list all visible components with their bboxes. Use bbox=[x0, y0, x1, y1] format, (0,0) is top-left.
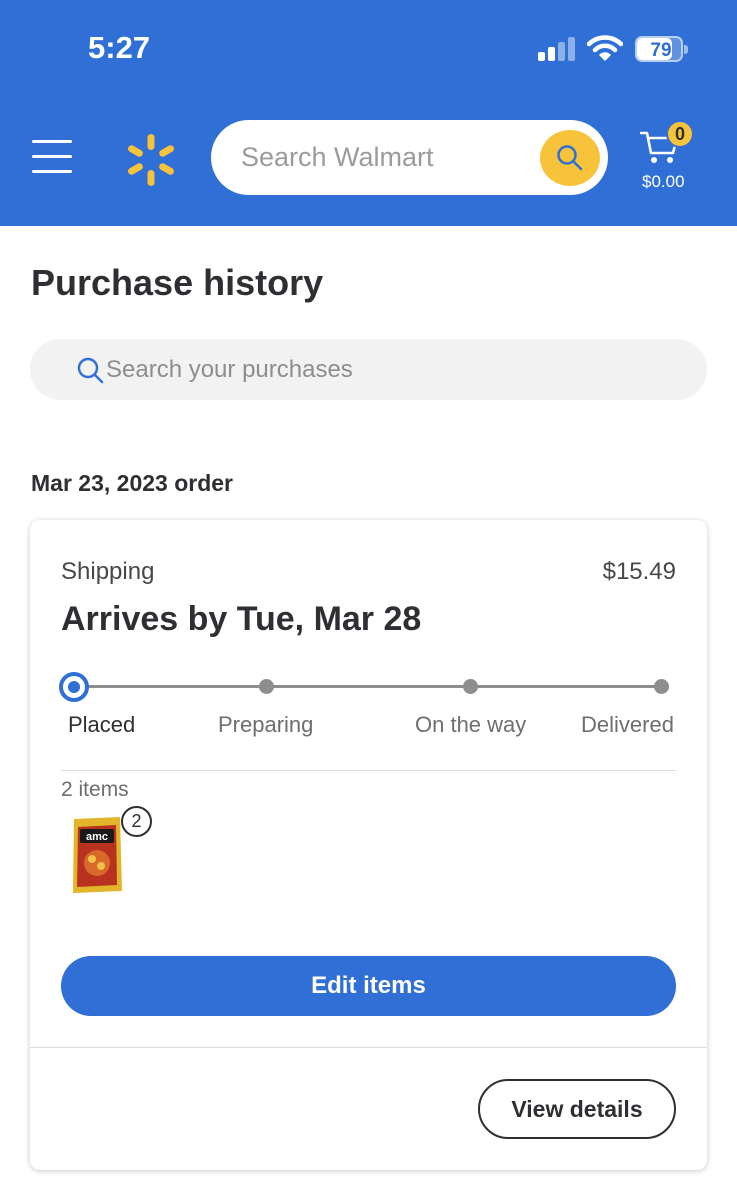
order-progress-tracker: Placed Preparing On the way Delivered bbox=[30, 670, 707, 750]
cellular-signal-icon bbox=[538, 37, 575, 61]
step-dot-on-the-way bbox=[463, 679, 478, 694]
walmart-spark-logo[interactable] bbox=[124, 133, 178, 187]
step-dot-delivered bbox=[654, 679, 669, 694]
wifi-icon bbox=[587, 35, 623, 61]
purchase-search-bar bbox=[30, 339, 707, 400]
battery-indicator: 79 bbox=[635, 36, 689, 62]
divider bbox=[61, 770, 676, 771]
item-quantity-badge: 2 bbox=[121, 806, 152, 837]
cart-count-badge: 0 bbox=[666, 120, 694, 148]
purchase-search-input[interactable] bbox=[106, 351, 666, 389]
progress-line bbox=[75, 685, 663, 688]
step-label-on-the-way: On the way bbox=[415, 712, 527, 737]
step-label-placed: Placed bbox=[68, 712, 136, 737]
search-button[interactable] bbox=[540, 130, 600, 186]
cart-total: $0.00 bbox=[642, 172, 685, 191]
menu-icon[interactable] bbox=[32, 140, 74, 174]
step-label-delivered: Delivered bbox=[581, 712, 674, 737]
edit-items-button[interactable]: Edit items bbox=[61, 956, 676, 1016]
page-title: Purchase history bbox=[31, 262, 324, 303]
product-logo-text: amc bbox=[86, 831, 108, 843]
search-icon bbox=[77, 357, 104, 384]
cart-button[interactable]: 0 $0.00 bbox=[636, 120, 696, 195]
order-card: Shipping $15.49 Arrives by Tue, Mar 28 P… bbox=[30, 520, 707, 1170]
app-header: 5:27 79 Search Walmart 0 $0.00 bbox=[0, 0, 737, 226]
divider bbox=[30, 1047, 707, 1048]
search-icon bbox=[557, 145, 583, 171]
order-price: $15.49 bbox=[602, 558, 676, 585]
walmart-search-input[interactable] bbox=[241, 136, 531, 178]
fulfillment-method: Shipping bbox=[61, 558, 155, 585]
step-dot-placed bbox=[59, 672, 89, 702]
view-details-button[interactable]: View details bbox=[478, 1079, 676, 1139]
product-image[interactable]: amc bbox=[70, 815, 124, 895]
items-count: 2 items bbox=[61, 778, 129, 801]
order-date-heading: Mar 23, 2023 order bbox=[31, 470, 234, 496]
walmart-search-bar bbox=[211, 120, 608, 195]
arrival-date: Arrives by Tue, Mar 28 bbox=[61, 600, 422, 638]
step-label-preparing: Preparing bbox=[218, 712, 314, 737]
step-dot-preparing bbox=[259, 679, 274, 694]
status-time: 5:27 bbox=[88, 30, 151, 65]
battery-percent: 79 bbox=[650, 40, 672, 61]
